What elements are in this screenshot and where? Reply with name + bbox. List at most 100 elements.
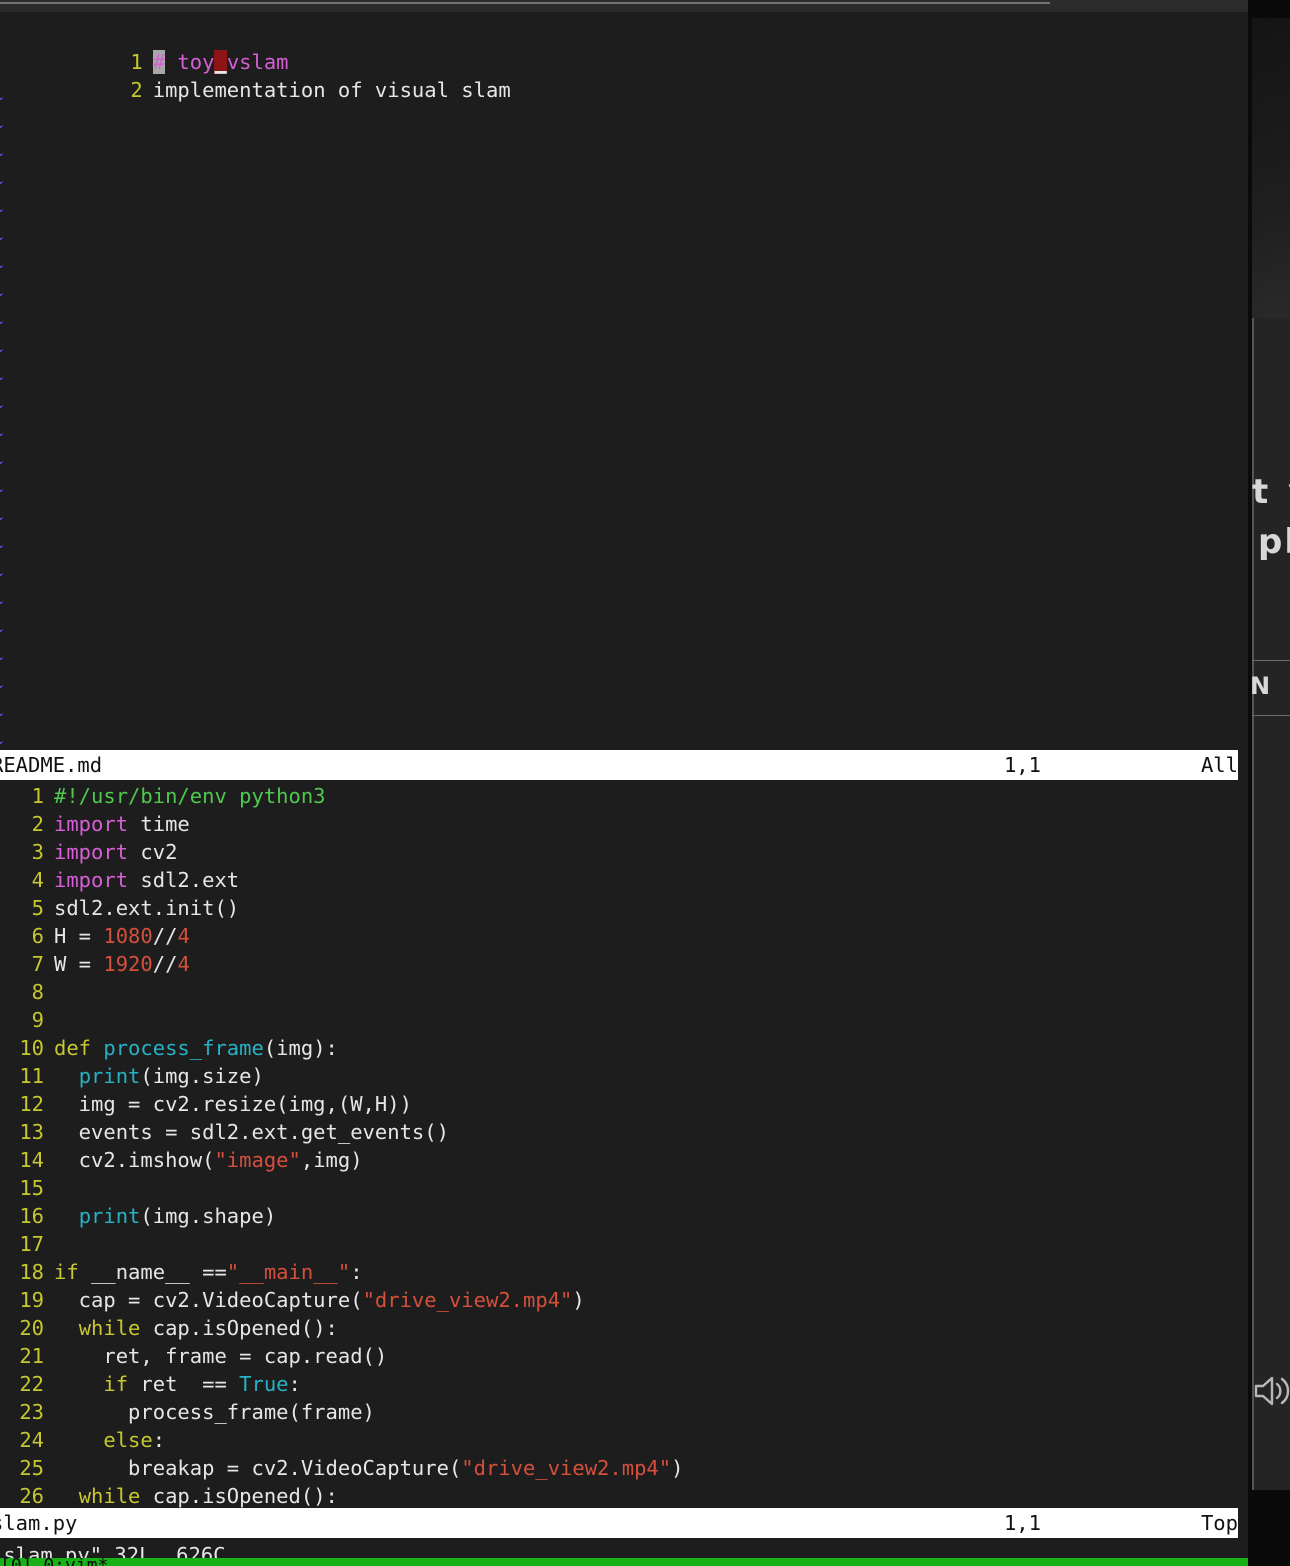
window-titlebar[interactable] xyxy=(0,0,1248,12)
code-line: 1 #!/usr/bin/env python3 xyxy=(0,782,1248,810)
volume-icon[interactable] xyxy=(1252,1372,1290,1410)
readme-heading-underscore: _ xyxy=(214,50,227,74)
code-token: // xyxy=(152,924,178,948)
line-number: 7 xyxy=(31,952,44,976)
line-number: 8 xyxy=(31,980,44,1004)
code-line: 18 if __name__ =="__main__": xyxy=(0,1258,1248,1286)
vim-tilde-filler: ~ xyxy=(0,504,3,532)
code-token: // xyxy=(152,952,178,976)
code-line: 9 xyxy=(0,1006,1248,1034)
code-token: print xyxy=(78,1204,141,1228)
code-token: while xyxy=(78,1484,141,1508)
vim-tilde-filler: ~ xyxy=(0,532,3,560)
terminal-window[interactable]: 1 # toy_vslam 2 implementation of visual s… xyxy=(0,12,1248,1566)
vim-tilde-filler: ~ xyxy=(0,168,3,196)
code-token: ret, frame = cap.read() xyxy=(54,1344,388,1368)
vim-tilde-filler: ~ xyxy=(0,448,3,476)
line-number: 1 xyxy=(130,50,143,74)
background-window-text-2: pl xyxy=(1258,522,1290,562)
code-token: H = xyxy=(54,924,104,948)
code-line: 20 while cap.isOpened(): xyxy=(0,1314,1248,1342)
desktop-screen: 1 # toy_vslam 2 implementation of visual s… xyxy=(0,0,1290,1566)
line-number: 6 xyxy=(31,924,44,948)
code-token: print xyxy=(78,1064,141,1088)
vim-tilde-filler: ~ xyxy=(0,588,3,616)
line-number: 19 xyxy=(19,1288,44,1312)
code-token: : xyxy=(152,1428,166,1452)
line-number: 3 xyxy=(31,840,44,864)
code-line: 6 H = 1080//4 xyxy=(0,922,1248,950)
code-token: "__main__" xyxy=(226,1260,351,1284)
statusline-scroll-indicator: Top xyxy=(1200,1511,1238,1535)
statusline-cursor-position: 1,1 xyxy=(1003,1511,1041,1535)
readme-heading-pre: toy xyxy=(165,50,215,74)
statusline-readme: README.md 1,1 All xyxy=(0,750,1238,780)
code-token: while xyxy=(78,1316,141,1340)
readme-heading-post: vslam xyxy=(226,50,289,74)
code-token: breakap = cv2.VideoCapture( xyxy=(54,1456,462,1480)
tmux-status-bar[interactable]: [0] 0:vim* xyxy=(0,1558,1248,1566)
code-token: process_frame(frame) xyxy=(54,1400,375,1424)
code-token: (img.size) xyxy=(140,1064,264,1088)
code-token: (img.shape) xyxy=(140,1204,277,1228)
code-token: if xyxy=(54,1260,79,1284)
code-token: sdl2.ext xyxy=(128,868,240,892)
line-number: 2 xyxy=(31,812,44,836)
code-line: 12 img = cv2.resize(img,(W,H)) xyxy=(0,1090,1248,1118)
code-line: 25 breakap = cv2.VideoCapture("drive_vie… xyxy=(0,1454,1248,1482)
statusline-scroll-indicator: All xyxy=(1200,753,1238,777)
code-line: 26 while cap.isOpened(): xyxy=(0,1482,1248,1508)
line-number: 21 xyxy=(19,1344,44,1368)
code-line: 22 if ret == True: xyxy=(0,1370,1248,1398)
code-token: True xyxy=(239,1372,289,1396)
vim-tilde-filler: ~ xyxy=(0,420,3,448)
vim-tilde-filler: ~ xyxy=(0,700,3,728)
vim-pane-code[interactable]: 1 #!/usr/bin/env python3 2 import time 3 impo… xyxy=(0,780,1248,1508)
line-number: 18 xyxy=(19,1260,44,1284)
vim-pane-readme[interactable]: 1 # toy_vslam 2 implementation of visual s… xyxy=(0,12,1248,754)
line-number: 14 xyxy=(19,1148,44,1172)
vim-tilde-filler: ~ xyxy=(0,392,3,420)
code-token: if xyxy=(103,1372,129,1396)
code-line: 16 print(img.shape) xyxy=(0,1202,1248,1230)
code-line: 3 import cv2 xyxy=(0,838,1248,866)
code-token: 4 xyxy=(177,924,190,948)
vim-tilde-filler-column: ~~~~~~~~~~~~~~~~~~~~~~~~ xyxy=(0,84,3,756)
code-token: ) xyxy=(572,1288,585,1312)
code-token: cv2.imshow( xyxy=(54,1148,215,1172)
line-number: 9 xyxy=(31,1008,44,1032)
code-token: "drive_view2.mp4" xyxy=(461,1456,672,1480)
code-token: time xyxy=(128,812,190,836)
vim-tilde-filler: ~ xyxy=(0,728,3,756)
line-number: 20 xyxy=(19,1316,44,1340)
line-number: 15 xyxy=(19,1176,44,1200)
code-token: : xyxy=(288,1372,301,1396)
code-token: 4 xyxy=(177,952,190,976)
code-token: import xyxy=(54,840,129,864)
background-window-text-3: N D xyxy=(1250,672,1290,700)
vim-tilde-filler: ~ xyxy=(0,364,3,392)
code-token: "drive_view2.mp4" xyxy=(362,1288,573,1312)
code-line: 2 import time xyxy=(0,810,1248,838)
code-token: W = xyxy=(54,952,104,976)
statusline-filename: slam.py xyxy=(0,1511,78,1535)
code-line: 11 print(img.size) xyxy=(0,1062,1248,1090)
code-line: 10 def process_frame(img): xyxy=(0,1034,1248,1062)
vim-tilde-filler: ~ xyxy=(0,280,3,308)
code-token: def xyxy=(54,1036,104,1060)
line-number: 13 xyxy=(19,1120,44,1144)
code-token: 1920 xyxy=(103,952,153,976)
vim-tilde-filler: ~ xyxy=(0,560,3,588)
vim-cursor-block: # xyxy=(152,50,166,74)
code-token: import xyxy=(54,812,129,836)
code-token: sdl2.ext.init() xyxy=(54,896,240,920)
code-line: 17 xyxy=(0,1230,1248,1258)
code-token: process_frame xyxy=(103,1036,264,1060)
code-line: 15 xyxy=(0,1174,1248,1202)
vim-tilde-filler: ~ xyxy=(0,252,3,280)
readme-line-1: 1 # toy_vslam xyxy=(0,20,1248,74)
code-line: 23 process_frame(frame) xyxy=(0,1398,1248,1426)
